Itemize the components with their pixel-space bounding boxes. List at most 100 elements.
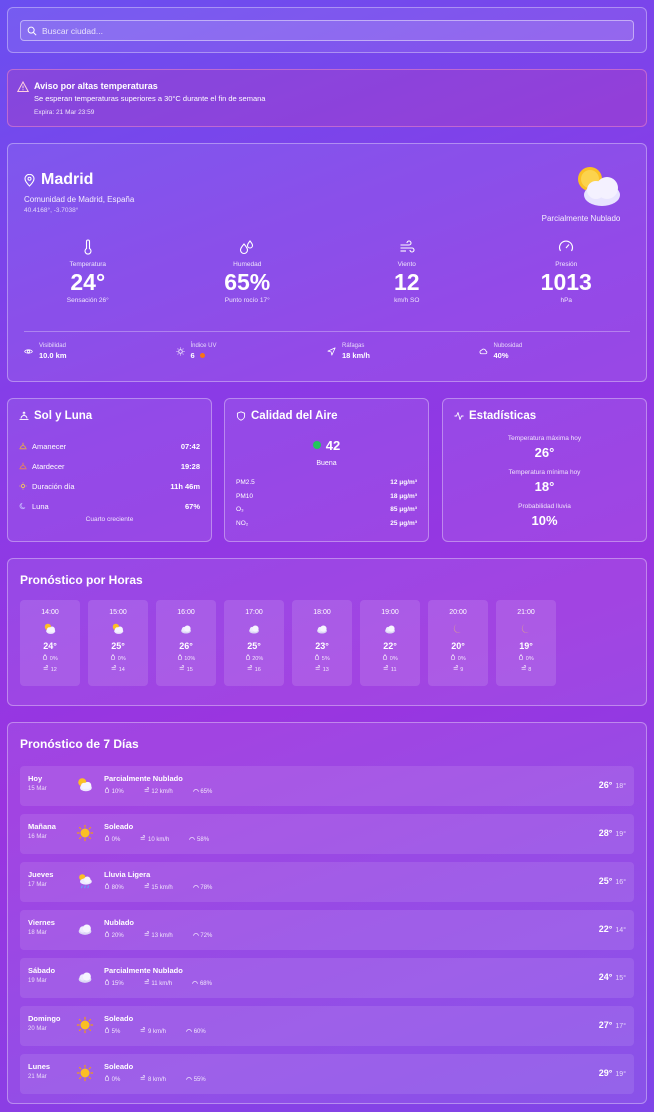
droplet-icon [451,654,456,661]
day-row[interactable]: Jueves 17 Mar Lluvia Ligera 80% 15 km/h 78… [20,862,634,902]
day-row[interactable]: Viernes 18 Mar Nublado 20% 13 km/h 72% 22° 1… [20,910,634,950]
mini-label: Nubosidad [493,343,523,349]
hour-rain: 10% [184,656,196,662]
stat-value: 10% [531,513,558,528]
pollutant-name: PM2.5 [236,479,255,487]
wind-icon [140,1027,146,1032]
aqi-block: 42 Buena [225,436,428,467]
metric-wind: Viento 12 km/h SO [327,239,487,304]
wind-icon [144,931,149,936]
day-temps: 25° 16° [599,876,626,886]
hour-rain-row: 0% [20,654,80,662]
stats-title: Estadísticas [469,410,537,422]
day-details: 0% 10 km/h 58% [104,835,229,843]
day-rain-row: 0% [104,835,130,843]
droplet-icon [519,654,524,661]
day-details: 0% 8 km/h 55% [104,1075,226,1083]
pollutant-value: 25 μg/m³ [390,519,417,527]
day-max: 27° [598,1020,613,1030]
day-humidity-row: 78% [193,883,223,891]
search-icon [27,26,37,36]
hour-time: 18:00 [313,609,331,616]
day-humidity: 55% [193,1077,206,1083]
day-min: 19° [615,831,626,838]
hour-item: 19:00 22° 0% 11 [360,600,420,686]
pollutants-list: PM2.5 12 μg/m³ PM10 18 μg/m³ O₃ 85 μg/m³ NO… [236,476,417,530]
day-row[interactable]: Domingo 20 Mar Soleado 5% 9 km/h 60% 27° 17° [20,1006,634,1046]
hour-wind-row: 8 [496,665,556,673]
day-min: 19° [615,1071,626,1078]
stats-title-row: Estadísticas [454,410,536,422]
stat-rain-probability: Probabilidad lluvia 10% [443,503,646,528]
stat-value: 26° [534,445,555,460]
metric-value: 1013 [540,269,592,295]
mini-label: Índice UV [190,343,217,349]
hour-rain: 0% [117,656,126,662]
statistics-card: Estadísticas Temperatura máxima hoy 26° … [442,398,647,542]
hour-time: 15:00 [109,609,127,616]
day-wind-row: 13 km/h [144,931,183,939]
day-wind: 8 km/h [148,1077,167,1083]
row-value: 11h 46m [170,481,200,491]
moon-phase: Cuarto creciente [85,516,134,523]
hour-wind: 12 [50,667,57,673]
day-rain-row: 80% [104,883,134,891]
hour-wind: 16 [254,667,261,673]
day-row[interactable]: Mañana 16 Mar Soleado 0% 10 km/h 58% 28° 19° [20,814,634,854]
sun-moon-card: Sol y Luna Amanecer 07:42 Atardecer 19:2… [7,398,212,542]
hour-rain-row: 0% [428,654,488,662]
moon-icon [521,624,529,633]
hour-rain-row: 5% [292,654,352,662]
metric-temperature: Temperatura 24° Sensación 26° [8,239,168,304]
shield-icon [236,411,246,421]
current-weather-card: Madrid Comunidad de Madrid, España 40.41… [7,143,647,382]
day-row[interactable]: Lunes 21 Mar Soleado 0% 8 km/h 55% 29° 19° [20,1054,634,1094]
droplets-icon [240,240,254,255]
day-wind-row: 10 km/h [140,835,179,843]
row-label: Luna [32,501,49,511]
wind-icon [111,665,117,670]
day-details: 5% 9 km/h 60% [104,1027,226,1035]
day-rain-row: 20% [104,931,134,939]
row-value: 19:28 [180,461,200,471]
hour-temp: 24° [43,641,57,651]
day-rain: 0% [111,837,121,843]
hour-rain: 0% [389,656,398,662]
day-details: 80% 15 km/h 78% [104,883,232,891]
humidity-icon [193,789,199,792]
wind-icon [247,665,253,670]
gauge-icon [559,240,574,252]
uv-level-dot [199,353,205,358]
day-row[interactable]: Hoy 15 Mar Parcialmente Nublado 10% 12 km/… [20,766,634,806]
hour-wind-row: 9 [428,665,488,673]
stat-value: 18° [534,479,555,494]
day-min: 14° [615,927,626,934]
day-rain: 80% [111,885,124,891]
day-rain: 20% [111,933,124,939]
day-temps: 27° 17° [599,1020,626,1030]
hour-wind-row: 16 [224,665,284,673]
stat-label: Probabilidad lluvia [518,503,571,510]
pollutant-value: 85 μg/m³ [390,506,417,514]
aqi-value: 42 [325,437,341,453]
cloudy-icon [181,625,191,634]
gusts-metric: Ráfagas 18 km/h [327,343,479,360]
row-label: Amanecer [32,441,67,451]
metric-label: Viento [397,261,416,268]
hour-wind: 9 [460,667,464,673]
day-condition: Soleado [104,822,134,831]
search-input[interactable] [42,25,633,36]
wind-icon [400,240,415,253]
hour-rain-row: 0% [360,654,420,662]
mini-value: 40% [493,351,509,360]
day-row[interactable]: Sábado 19 Mar Parcialmente Nublado 15% 11 … [20,958,634,998]
weather-alert: Aviso por altas temperaturas Se esperan … [7,69,647,127]
wind-icon [144,979,149,984]
day-date: 19 Mar [28,978,47,984]
search-box[interactable] [20,20,634,41]
sun-moon-title: Sol y Luna [34,410,93,422]
day-rain-row: 10% [104,787,134,795]
humidity-icon [186,1077,192,1080]
metric-value: 12 [393,269,420,295]
search-card [7,7,647,53]
